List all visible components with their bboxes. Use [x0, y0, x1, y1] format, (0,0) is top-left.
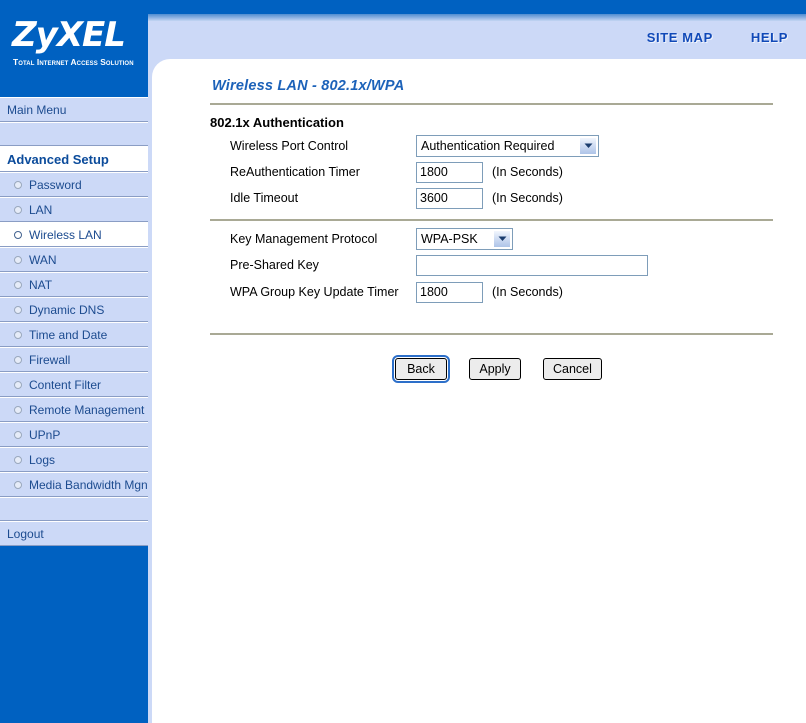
sidebar-item-content-filter[interactable]: Content Filter — [0, 372, 148, 397]
radio-bullet-icon — [14, 430, 22, 439]
idle-timeout-label: Idle Timeout — [230, 191, 299, 205]
field-row-key-management-protocol: Key Management Protocol WPA-PSK — [230, 228, 513, 250]
sidebar-item-label: Wireless LAN — [29, 227, 102, 242]
sidebar-item-label: UPnP — [29, 427, 61, 442]
sidebar-item-firewall[interactable]: Firewall — [0, 347, 148, 372]
sidebar-item-label: Logs — [29, 452, 56, 467]
key-management-protocol-select[interactable]: WPA-PSK — [416, 228, 513, 250]
sidebar-item-label: Remote Management — [29, 402, 145, 417]
reauthentication-timer-hint: (In Seconds) — [492, 165, 563, 179]
field-row-wpa-group-key-update-timer: WPA Group Key Update Timer (In Seconds) — [230, 281, 563, 303]
sidebar-item-nat[interactable]: NAT — [0, 272, 148, 297]
sidebar-item-label: WAN — [29, 252, 57, 267]
logo-wordmark: ZyXEL — [12, 15, 126, 55]
sidebar-item-remote-management[interactable]: Remote Management — [0, 397, 148, 422]
cancel-button[interactable]: Cancel — [543, 358, 602, 380]
sidebar-item-lan[interactable]: LAN — [0, 197, 148, 222]
wpa-group-key-update-timer-input[interactable] — [416, 281, 483, 303]
reauthentication-timer-label: ReAuthentication Timer — [230, 165, 360, 179]
radio-bullet-icon — [14, 205, 22, 214]
back-button[interactable]: Back — [392, 355, 450, 383]
radio-bullet-icon — [14, 330, 22, 339]
field-row-idle-timeout: Idle Timeout (In Seconds) — [230, 187, 563, 209]
radio-bullet-icon — [14, 355, 22, 364]
radio-bullet-icon — [14, 455, 22, 464]
page-title: Wireless LAN - 802.1x/WPA — [212, 78, 405, 94]
sidebar-item-label: Media Bandwidth Mgnt. — [29, 477, 155, 492]
sidebar-item-wireless-lan[interactable]: Wireless LAN — [0, 222, 148, 247]
wireless-port-control-value: Authentication Required — [421, 139, 555, 153]
sidebar-section-advanced-setup: Advanced Setup — [0, 146, 148, 172]
sidebar-item-upnp[interactable]: UPnP — [0, 422, 148, 447]
site-map-link[interactable]: SITE MAP — [647, 30, 713, 45]
chevron-down-icon[interactable] — [493, 230, 511, 248]
zyxel-logo: ZyXEL Total Internet Access Solution — [0, 0, 148, 97]
divider-middle — [210, 219, 773, 221]
help-link[interactable]: HELP — [751, 30, 788, 45]
wireless-port-control-label: Wireless Port Control — [230, 139, 349, 153]
radio-bullet-icon — [14, 480, 22, 489]
sidebar-item-logs[interactable]: Logs — [0, 447, 148, 472]
sidebar-item-password[interactable]: Password — [0, 172, 148, 197]
sidebar-section-label: Advanced Setup — [7, 151, 109, 167]
sidebar-item-dynamic-dns[interactable]: Dynamic DNS — [0, 297, 148, 322]
field-row-pre-shared-key: Pre-Shared Key — [230, 254, 648, 276]
top-gradient-strip — [148, 14, 806, 21]
sidebar-nav: Main Menu Advanced Setup Password LAN Wi… — [0, 97, 154, 546]
sidebar-item-label: Dynamic DNS — [29, 302, 105, 317]
content-panel: Wireless LAN - 802.1x/WPA 802.1x Authent… — [152, 59, 806, 723]
field-row-reauthentication-timer: ReAuthentication Timer (In Seconds) — [230, 161, 563, 183]
pre-shared-key-label: Pre-Shared Key — [230, 258, 319, 272]
key-management-protocol-label: Key Management Protocol — [230, 232, 378, 246]
sidebar-item-label: Time and Date — [29, 327, 108, 342]
wpa-group-key-update-timer-label: WPA Group Key Update Timer — [230, 285, 399, 299]
sidebar-item-media-bandwidth-mgnt[interactable]: Media Bandwidth Mgnt. — [0, 472, 154, 497]
divider-bottom — [210, 333, 773, 335]
router-admin-page: SITE MAP HELP ZyXEL Total Internet Acces… — [0, 0, 806, 723]
radio-bullet-icon — [14, 180, 22, 189]
idle-timeout-input[interactable] — [416, 187, 483, 209]
logo-tagline: Total Internet Access Solution — [13, 57, 134, 67]
radio-bullet-icon — [14, 255, 22, 264]
apply-button[interactable]: Apply — [469, 358, 521, 380]
radio-bullet-icon — [14, 380, 22, 389]
section-title-802-1x-authentication: 802.1x Authentication — [210, 115, 344, 130]
sidebar-item-label: NAT — [29, 277, 53, 292]
idle-timeout-hint: (In Seconds) — [492, 191, 563, 205]
radio-bullet-icon — [14, 405, 22, 414]
sidebar-item-time-and-date[interactable]: Time and Date — [0, 322, 148, 347]
sidebar-spacer-top — [0, 122, 148, 146]
chevron-down-icon[interactable] — [579, 137, 597, 155]
sidebar-item-label: Password — [29, 177, 82, 192]
header-links: SITE MAP HELP — [647, 30, 788, 45]
sidebar-item-label: LAN — [29, 202, 53, 217]
wireless-port-control-select[interactable]: Authentication Required — [416, 135, 599, 157]
sidebar-item-main-menu[interactable]: Main Menu — [0, 97, 148, 122]
sidebar-item-label: Logout — [7, 526, 44, 541]
sidebar-item-label: Content Filter — [29, 377, 102, 392]
reauthentication-timer-input[interactable] — [416, 161, 483, 183]
sidebar-item-wan[interactable]: WAN — [0, 247, 148, 272]
wpa-group-key-update-timer-hint: (In Seconds) — [492, 285, 563, 299]
sidebar-item-label: Firewall — [29, 352, 71, 367]
sidebar-item-logout[interactable]: Logout — [0, 521, 148, 546]
radio-bullet-icon — [14, 305, 22, 314]
sidebar-spacer-bottom — [0, 497, 148, 521]
radio-bullet-icon — [14, 280, 22, 289]
radio-bullet-icon — [14, 230, 22, 239]
key-management-protocol-value: WPA-PSK — [421, 232, 478, 246]
divider-top — [210, 103, 773, 105]
pre-shared-key-input[interactable] — [416, 254, 648, 276]
sidebar-item-label: Main Menu — [7, 102, 67, 117]
button-row: Back Apply Cancel — [392, 355, 602, 383]
field-row-wireless-port-control: Wireless Port Control Authentication Req… — [230, 135, 599, 157]
